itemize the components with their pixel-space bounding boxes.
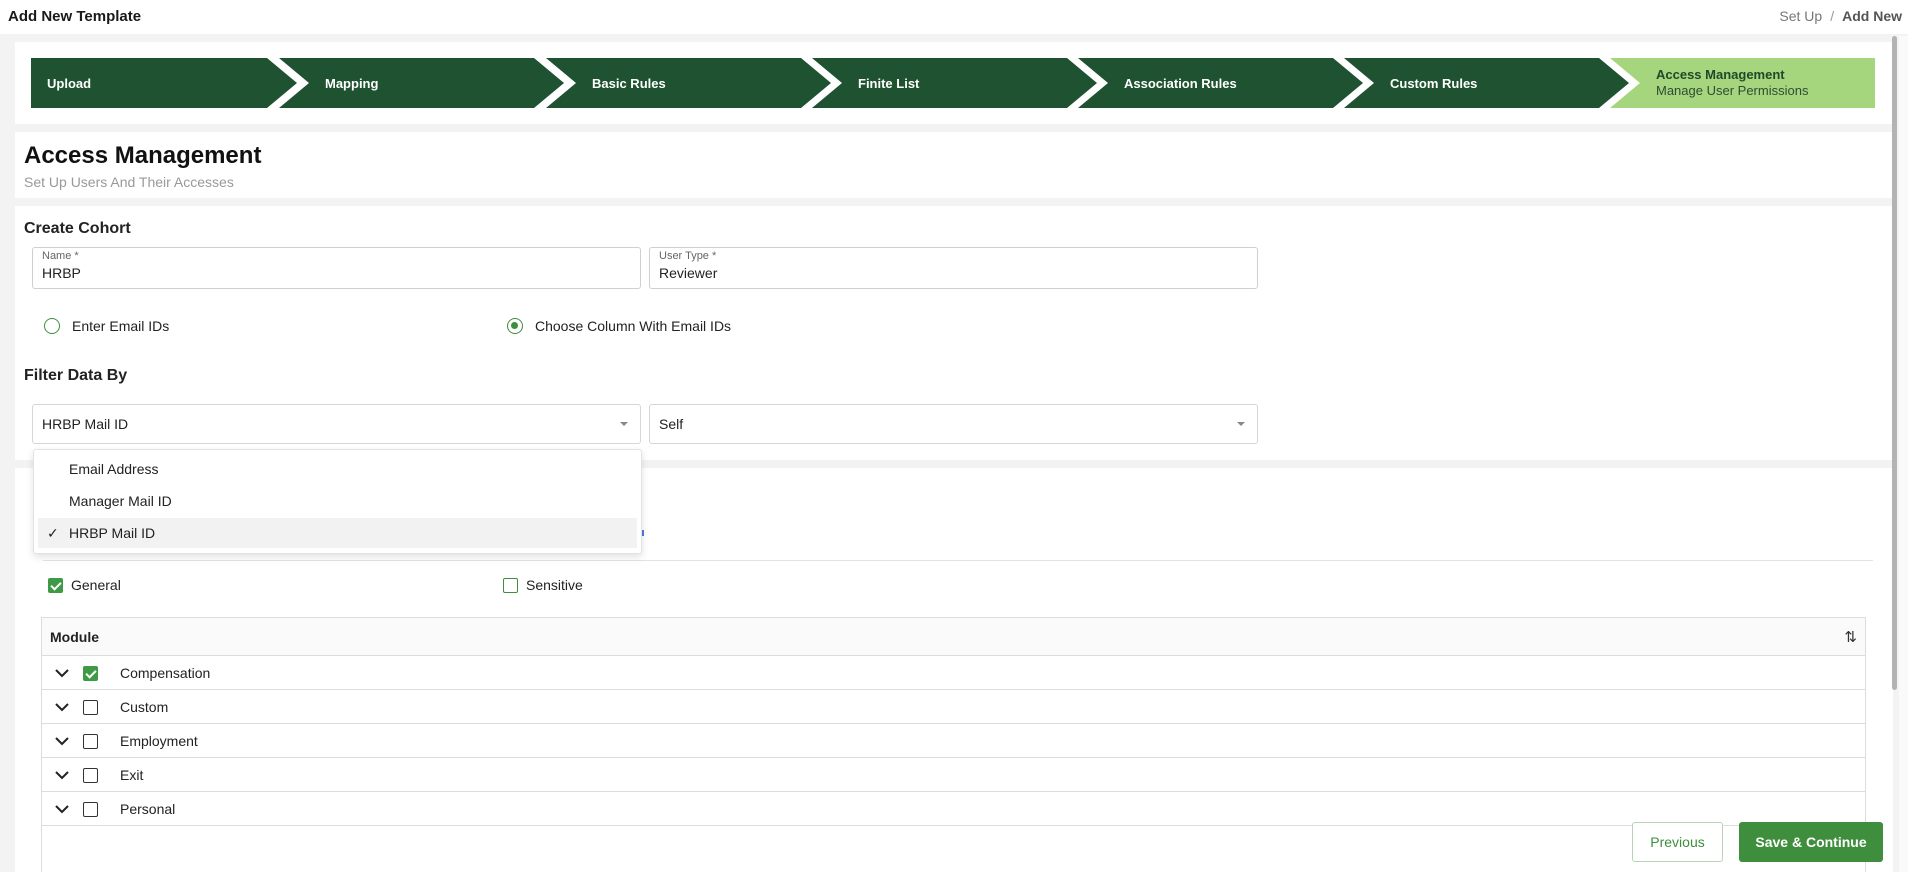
table-row: Compensation [42, 656, 1865, 690]
top-bar: Add New Template Set Up / Add New [0, 0, 1908, 34]
chevron-down-icon[interactable] [54, 699, 70, 715]
table-row: Employment [42, 724, 1865, 758]
checkbox-label: General [71, 577, 121, 593]
table-row: Exit [42, 758, 1865, 792]
column-header-module: Module [50, 629, 99, 645]
checkbox-label: Sensitive [526, 577, 583, 593]
step-basic-rules[interactable]: Basic Rules [546, 58, 831, 108]
radio-enter-email-ids[interactable]: Enter Email IDs [44, 318, 169, 334]
chevron-down-icon[interactable] [54, 767, 70, 783]
step-label: Association Rules [1124, 76, 1237, 91]
scrollbar-thumb[interactable] [1892, 36, 1897, 690]
sensitive-checkbox[interactable]: Sensitive [503, 577, 583, 593]
name-value: HRBP [42, 265, 81, 281]
step-label: Custom Rules [1390, 76, 1478, 91]
option-email-address[interactable]: Email Address [38, 454, 637, 484]
table-row: Custom [42, 690, 1865, 724]
select-value: Self [659, 416, 684, 432]
section-heading: Access Management Set Up Users And Their… [15, 132, 1893, 198]
select-value: HRBP Mail ID [42, 416, 129, 432]
filter-column-select[interactable]: HRBP Mail ID [32, 404, 641, 444]
chevron-down-icon[interactable] [54, 801, 70, 817]
create-cohort-title: Create Cohort [24, 220, 131, 237]
radio-button[interactable] [44, 318, 60, 334]
step-access-management[interactable]: Access Management Manage User Permission… [1610, 58, 1875, 108]
row-checkbox[interactable] [83, 700, 98, 715]
row-checkbox[interactable] [83, 734, 98, 749]
checkbox-checked[interactable] [48, 577, 63, 593]
step-finite-list[interactable]: Finite List [812, 58, 1097, 108]
step-title: Access Management [1656, 67, 1785, 82]
step-upload[interactable]: Upload [31, 58, 297, 108]
row-label: Custom [120, 699, 169, 715]
row-label: Compensation [120, 665, 211, 681]
caret-down-icon [1237, 422, 1245, 426]
chevron-down-icon[interactable] [54, 665, 70, 681]
breadcrumb: Set Up / Add New [1779, 8, 1902, 24]
step-label: Upload [47, 76, 92, 91]
breadcrumb-separator: / [1830, 8, 1835, 24]
section-title: Access Management [24, 142, 262, 169]
table-header: Module ⇅ [42, 618, 1865, 656]
filter-column-dropdown: Email Address Manager Mail ID ✓ HRBP Mai… [33, 449, 642, 554]
option-manager-mail-id[interactable]: Manager Mail ID [38, 486, 637, 516]
row-checkbox[interactable] [83, 802, 98, 817]
row-label: Personal [120, 801, 176, 817]
filter-relation-select[interactable]: Self [649, 404, 1258, 444]
option-hrbp-mail-id[interactable]: ✓ HRBP Mail ID [38, 518, 637, 548]
radio-label: Choose Column With Email IDs [535, 318, 732, 334]
user-type-label: User Type * [659, 250, 717, 262]
name-label: Name * [42, 250, 79, 262]
row-checkbox[interactable] [83, 666, 98, 681]
step-custom-rules[interactable]: Custom Rules [1344, 58, 1629, 108]
step-label: Access Management Manage User Permission… [1656, 67, 1808, 99]
module-table: Module ⇅ Compensation Custom Employment … [41, 617, 1866, 872]
row-label: Exit [120, 767, 144, 783]
user-type-value: Reviewer [659, 265, 718, 281]
step-label: Finite List [858, 76, 920, 91]
step-subtitle: Manage User Permissions [1656, 83, 1809, 98]
step-label: Mapping [325, 76, 379, 91]
radio-button-selected[interactable] [507, 318, 523, 334]
step-mapping[interactable]: Mapping [279, 58, 564, 108]
divider [43, 560, 1873, 561]
stepper: Upload Mapping Basic Rules Finite List A… [31, 58, 1875, 108]
checkbox-unchecked[interactable] [503, 577, 518, 593]
breadcrumb-setup[interactable]: Set Up [1779, 8, 1822, 24]
user-type-field[interactable]: User Type * Reviewer [649, 247, 1258, 289]
option-label: HRBP Mail ID [69, 525, 156, 541]
radio-label: Enter Email IDs [72, 318, 170, 334]
save-continue-button[interactable]: Save & Continue [1739, 822, 1883, 862]
scrollbar-track[interactable] [1899, 36, 1908, 872]
sort-icon[interactable]: ⇅ [1844, 628, 1857, 646]
page-title: Add New Template [8, 8, 142, 25]
name-field[interactable]: Name * HRBP [32, 247, 641, 289]
breadcrumb-add-new: Add New [1842, 8, 1902, 24]
filter-data-title: Filter Data By [24, 367, 128, 384]
row-label: Employment [120, 733, 198, 749]
step-association-rules[interactable]: Association Rules [1078, 58, 1363, 108]
check-icon: ✓ [47, 525, 59, 541]
general-checkbox[interactable]: General [48, 577, 121, 593]
tab-indicator [642, 530, 644, 536]
stepper-card: Upload Mapping Basic Rules Finite List A… [15, 42, 1893, 124]
table-row: Personal [42, 792, 1865, 826]
option-label: Manager Mail ID [69, 493, 172, 509]
previous-button[interactable]: Previous [1632, 822, 1723, 862]
caret-down-icon [620, 422, 628, 426]
radio-choose-column[interactable]: Choose Column With Email IDs [507, 318, 731, 334]
option-label: Email Address [69, 461, 159, 477]
step-label: Basic Rules [592, 76, 666, 91]
row-checkbox[interactable] [83, 768, 98, 783]
section-subtitle: Set Up Users And Their Accesses [24, 174, 234, 190]
chevron-down-icon[interactable] [54, 733, 70, 749]
